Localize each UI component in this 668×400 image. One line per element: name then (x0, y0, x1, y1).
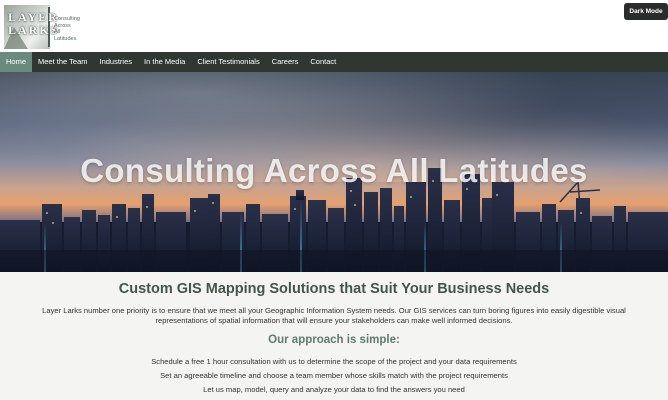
logo-wordmark: LAYER LARKS (8, 11, 59, 37)
logo[interactable]: LAYER LARKS Consulting Across All Latitu… (4, 5, 84, 49)
logo-tagline-line: Latitudes (54, 35, 77, 42)
nav-item-meet-the-team[interactable]: Meet the Team (32, 52, 93, 72)
approach-step: Schedule a free 1 hour consultation with… (151, 357, 517, 366)
main-content: Custom GIS Mapping Solutions that Suit Y… (0, 272, 668, 400)
nav-item-careers[interactable]: Careers (266, 52, 305, 72)
dark-mode-button[interactable]: Dark Mode (624, 3, 668, 20)
site-header: LAYER LARKS Consulting Across All Latitu… (0, 0, 668, 52)
hero-title: Consulting Across All Latitudes (80, 152, 588, 189)
approach-step: Let us map, model, query and analyze you… (203, 385, 465, 394)
logo-wordmark-line1: LAYER (8, 10, 59, 24)
main-heading: Custom GIS Mapping Solutions that Suit Y… (118, 281, 550, 297)
logo-mark: LAYER LARKS (4, 5, 57, 49)
intro-paragraph: Layer Larks number one priority is to en… (42, 306, 626, 325)
nav-item-client-testimonials[interactable]: Client Testimonials (191, 52, 265, 72)
approach-steps: Schedule a free 1 hour consultation with… (0, 355, 668, 397)
hero-banner: Consulting Across All Latitudes (0, 72, 668, 272)
approach-heading: Our approach is simple: (268, 334, 400, 346)
nav-item-home[interactable]: Home (0, 52, 33, 72)
logo-wordmark-line2: LARKS (8, 23, 60, 37)
nav-item-industries[interactable]: Industries (94, 52, 139, 72)
main-nav: Home Meet the Team Industries In the Med… (0, 52, 668, 72)
logo-tagline: Consulting Across All Latitudes (54, 16, 88, 42)
nav-item-in-the-media[interactable]: In the Media (138, 52, 191, 72)
approach-step: Set an agreeable timeline and choose a t… (160, 371, 508, 380)
nav-item-contact[interactable]: Contact (304, 52, 342, 72)
